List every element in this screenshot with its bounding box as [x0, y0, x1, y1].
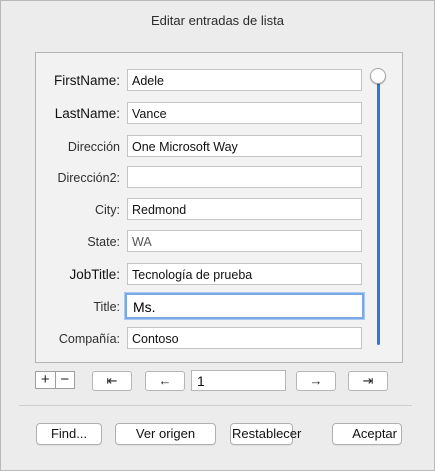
row-company: Compañía: Contoso [36, 327, 402, 353]
state-field[interactable]: WA [127, 230, 362, 252]
address2-label: Dirección2: [57, 171, 120, 185]
row-address2: Dirección2: [36, 166, 402, 192]
next-record-button[interactable]: → [296, 371, 336, 391]
row-title: Title: Ms. [36, 293, 402, 321]
scroll-track[interactable] [377, 75, 380, 345]
fields-panel: FirstName: Adele LastName: Vance Direcci… [35, 52, 403, 363]
view-source-button[interactable]: Ver origen [115, 423, 216, 445]
divider [19, 405, 412, 406]
last-record-button[interactable]: ⇥ [348, 371, 388, 391]
city-label: City: [95, 203, 120, 217]
firstname-field[interactable]: Adele [127, 69, 362, 91]
company-label: Compañía: [58, 332, 120, 346]
jobtitle-field[interactable]: Tecnología de prueba [127, 263, 362, 285]
address-label: Dirección [67, 140, 120, 154]
record-number-input[interactable]: 1 [191, 370, 286, 391]
address-field[interactable]: One Microsoft Way [127, 135, 362, 157]
accept-button[interactable]: Aceptar [332, 423, 402, 445]
dialog-title: Editar entradas de lista [151, 13, 284, 28]
jobtitle-label: JobTitle: [69, 267, 120, 282]
edit-list-entries-dialog: Editar entradas de lista FirstName: Adel… [0, 0, 435, 471]
first-record-button[interactable]: ⇤ [92, 371, 132, 391]
title-label: Title: [93, 300, 120, 314]
scroll-thumb[interactable] [370, 68, 386, 84]
lastname-label: LastName: [54, 106, 120, 121]
city-field[interactable]: Redmond [127, 198, 362, 220]
lastname-field[interactable]: Vance [127, 102, 362, 124]
remove-entry-button[interactable]: − [54, 372, 75, 388]
add-entry-button[interactable]: + [36, 372, 55, 388]
address2-field[interactable] [127, 166, 362, 188]
row-city: City: Redmond [36, 198, 402, 224]
record-navigation: + − ⇤ ← 1 → ⇥ [1, 369, 434, 393]
row-state: State: WA [36, 230, 402, 256]
add-remove-control: + − [35, 371, 75, 389]
row-firstname: FirstName: Adele [36, 69, 402, 95]
row-jobtitle: JobTitle: Tecnología de prueba [36, 263, 402, 289]
reset-button[interactable]: Restablecer [230, 423, 301, 445]
previous-record-button[interactable]: ← [145, 371, 185, 391]
title-field[interactable]: Ms. [125, 293, 364, 319]
row-lastname: LastName: Vance [36, 102, 402, 128]
find-button[interactable]: Find... [36, 423, 102, 445]
firstname-label: FirstName: [53, 73, 120, 88]
company-field[interactable]: Contoso [127, 327, 362, 349]
state-label: State: [87, 235, 120, 249]
row-address: Dirección One Microsoft Way [36, 135, 402, 161]
